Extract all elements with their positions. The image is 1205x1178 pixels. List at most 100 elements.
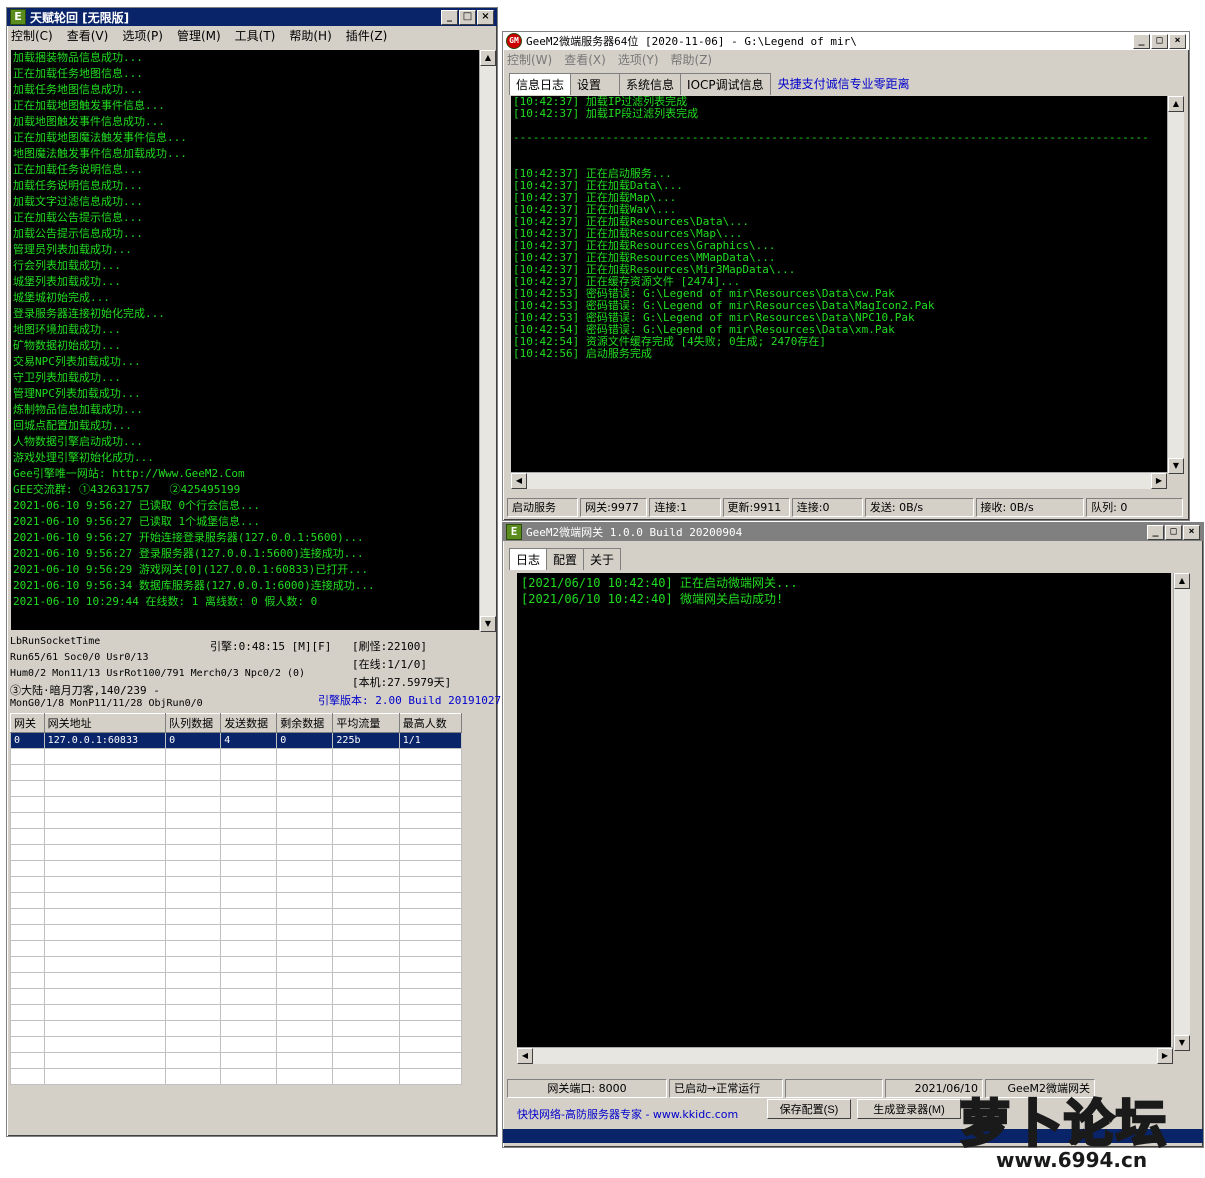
mon-stats: MonG0/1/8 MonP11/11/28 ObjRun0/0 xyxy=(10,698,203,709)
table-row-empty[interactable] xyxy=(10,860,463,877)
empty-cell xyxy=(43,780,167,797)
tab-strip: 信息日志 设置 系统信息 IOCP调试信息 央捷支付诚信专业零距离 xyxy=(509,73,918,95)
scroll-left-icon[interactable]: ◀ xyxy=(511,473,527,489)
maximize-icon[interactable]: □ xyxy=(1151,33,1168,49)
micro-gateway-titlebar[interactable]: E GeeM2微端网关 1.0.0 Build 20200904 _ □ × xyxy=(503,523,1203,541)
log-scrollbar[interactable]: ▲ ▼ xyxy=(479,50,496,632)
scroll-down-icon[interactable]: ▼ xyxy=(1174,1035,1190,1051)
maximize-icon[interactable]: □ xyxy=(1165,524,1182,540)
scroll-down-icon[interactable]: ▼ xyxy=(480,616,496,632)
scroll-down-icon[interactable]: ▼ xyxy=(1168,458,1184,474)
micro-server-titlebar[interactable]: GM GeeM2微端服务器64位 [2020-11-06] - G:\Legen… xyxy=(503,32,1189,50)
table-row-empty[interactable] xyxy=(10,796,463,813)
status-queue: 队列: 0 xyxy=(1086,498,1183,517)
empty-cell xyxy=(220,1004,278,1021)
window-title: GeeM2微端服务器64位 [2020-11-06] - G:\Legend o… xyxy=(526,35,857,48)
minimize-icon[interactable]: _ xyxy=(1133,33,1150,49)
empty-cell xyxy=(276,812,334,829)
menu-manage[interactable]: 管理(M) xyxy=(177,27,221,44)
col-max-users[interactable]: 最高人数 xyxy=(398,713,463,733)
log-line: [2021/06/10 10:42:40] 正在启动微端网关... xyxy=(521,576,798,590)
menu-view[interactable]: 查看(X) xyxy=(564,51,606,68)
server-titlebar[interactable]: E 天赋轮回 [无限版] _ □ × xyxy=(7,8,497,26)
scroll-left-icon[interactable]: ◀ xyxy=(517,1048,533,1064)
col-gateway[interactable]: 网关 xyxy=(10,713,45,733)
scroll-right-icon[interactable]: ▶ xyxy=(1157,1048,1173,1064)
tab-info-log[interactable]: 信息日志 xyxy=(509,73,572,95)
menu-help[interactable]: 帮助(Z) xyxy=(671,51,713,68)
menu-tools[interactable]: 工具(T) xyxy=(235,27,276,44)
minimize-icon[interactable]: _ xyxy=(441,9,458,25)
tab-settings[interactable]: 设置 xyxy=(570,73,621,95)
table-row-empty[interactable] xyxy=(10,828,463,845)
table-row-empty[interactable] xyxy=(10,988,463,1005)
table-row-empty[interactable] xyxy=(10,1068,463,1085)
empty-cell xyxy=(43,748,167,765)
menu-plugins[interactable]: 插件(Z) xyxy=(346,27,388,44)
table-row-empty[interactable] xyxy=(10,1020,463,1037)
table-row-empty[interactable] xyxy=(10,1004,463,1021)
table-row-empty[interactable] xyxy=(10,940,463,957)
scroll-right-icon[interactable]: ▶ xyxy=(1151,473,1167,489)
table-row-empty[interactable] xyxy=(10,876,463,893)
tab-about[interactable]: 关于 xyxy=(583,548,622,570)
col-remain-data[interactable]: 剩余数据 xyxy=(276,713,334,733)
table-row-empty[interactable] xyxy=(10,924,463,941)
menu-help[interactable]: 帮助(H) xyxy=(289,27,331,44)
table-row-empty[interactable] xyxy=(10,972,463,989)
empty-cell xyxy=(398,924,463,941)
col-queue-data[interactable]: 队列数据 xyxy=(165,713,222,733)
log-line: 管理员列表加载成功... xyxy=(13,243,132,256)
scroll-up-icon[interactable]: ▲ xyxy=(480,50,496,66)
table-row-empty[interactable] xyxy=(10,844,463,861)
refresh-count: [刷怪:22100] xyxy=(352,640,427,653)
empty-cell xyxy=(332,876,400,893)
table-row-empty[interactable] xyxy=(10,812,463,829)
log-line: 矿物数据初始成功... xyxy=(13,339,121,352)
empty-cell xyxy=(220,892,278,909)
log-hscrollbar[interactable]: ◀ ▶ xyxy=(511,472,1167,489)
tab-system-info[interactable]: 系统信息 xyxy=(619,73,682,95)
col-send-data[interactable]: 发送数据 xyxy=(220,713,278,733)
log-hscrollbar[interactable]: ◀ ▶ xyxy=(517,1047,1173,1064)
tab-iocp-debug[interactable]: IOCP调试信息 xyxy=(680,73,771,95)
run-stats: Run65/61 Soc0/0 Usr0/13 xyxy=(10,652,149,663)
log-scrollbar[interactable]: ▲ ▼ xyxy=(1167,96,1184,474)
col-gateway-address[interactable]: 网关地址 xyxy=(43,713,167,733)
menu-options[interactable]: 选项(Y) xyxy=(618,51,659,68)
tab-log[interactable]: 日志 xyxy=(509,548,548,570)
table-row-empty[interactable] xyxy=(10,908,463,925)
watermark-brand: 萝卜论坛 xyxy=(959,1094,1168,1155)
generate-launcher-button[interactable]: 生成登录器(M) xyxy=(857,1099,961,1119)
close-icon[interactable]: × xyxy=(477,9,494,25)
empty-cell xyxy=(165,828,222,845)
table-row-empty[interactable] xyxy=(10,748,463,765)
tab-config[interactable]: 配置 xyxy=(546,548,585,570)
table-row-empty[interactable] xyxy=(10,780,463,797)
close-icon[interactable]: × xyxy=(1183,524,1200,540)
scroll-up-icon[interactable]: ▲ xyxy=(1174,573,1190,589)
scroll-up-icon[interactable]: ▲ xyxy=(1168,96,1184,112)
menu-options[interactable]: 选项(P) xyxy=(122,27,163,44)
table-row[interactable]: 0 127.0.0.1:60833 0 4 0 225b 1/1 xyxy=(10,732,463,749)
menu-control[interactable]: 控制(C) xyxy=(11,27,53,44)
table-row-empty[interactable] xyxy=(10,956,463,973)
gateway-table: 网关 网关地址 队列数据 发送数据 剩余数据 平均流量 最高人数 0 127.0… xyxy=(10,713,463,1085)
empty-cell xyxy=(398,828,463,845)
log-scrollbar[interactable]: ▲ ▼ xyxy=(1173,573,1190,1051)
table-row-empty[interactable] xyxy=(10,1052,463,1069)
maximize-icon[interactable]: □ xyxy=(459,9,476,25)
close-icon[interactable]: × xyxy=(1169,33,1186,49)
col-avg-traffic[interactable]: 平均流量 xyxy=(332,713,400,733)
minimize-icon[interactable]: _ xyxy=(1147,524,1164,540)
ad-link[interactable]: 央捷支付诚信专业零距离 xyxy=(770,73,918,95)
menu-control[interactable]: 控制(W) xyxy=(507,51,552,68)
empty-cell xyxy=(10,860,45,877)
save-config-button[interactable]: 保存配置(S) xyxy=(767,1099,851,1119)
menu-view[interactable]: 查看(V) xyxy=(67,27,109,44)
footer-link[interactable]: 快快网络-高防服务器专家 - www.kkidc.com xyxy=(517,1106,738,1122)
table-row-empty[interactable] xyxy=(10,892,463,909)
table-row-empty[interactable] xyxy=(10,764,463,781)
empty-cell xyxy=(43,988,167,1005)
table-row-empty[interactable] xyxy=(10,1036,463,1053)
